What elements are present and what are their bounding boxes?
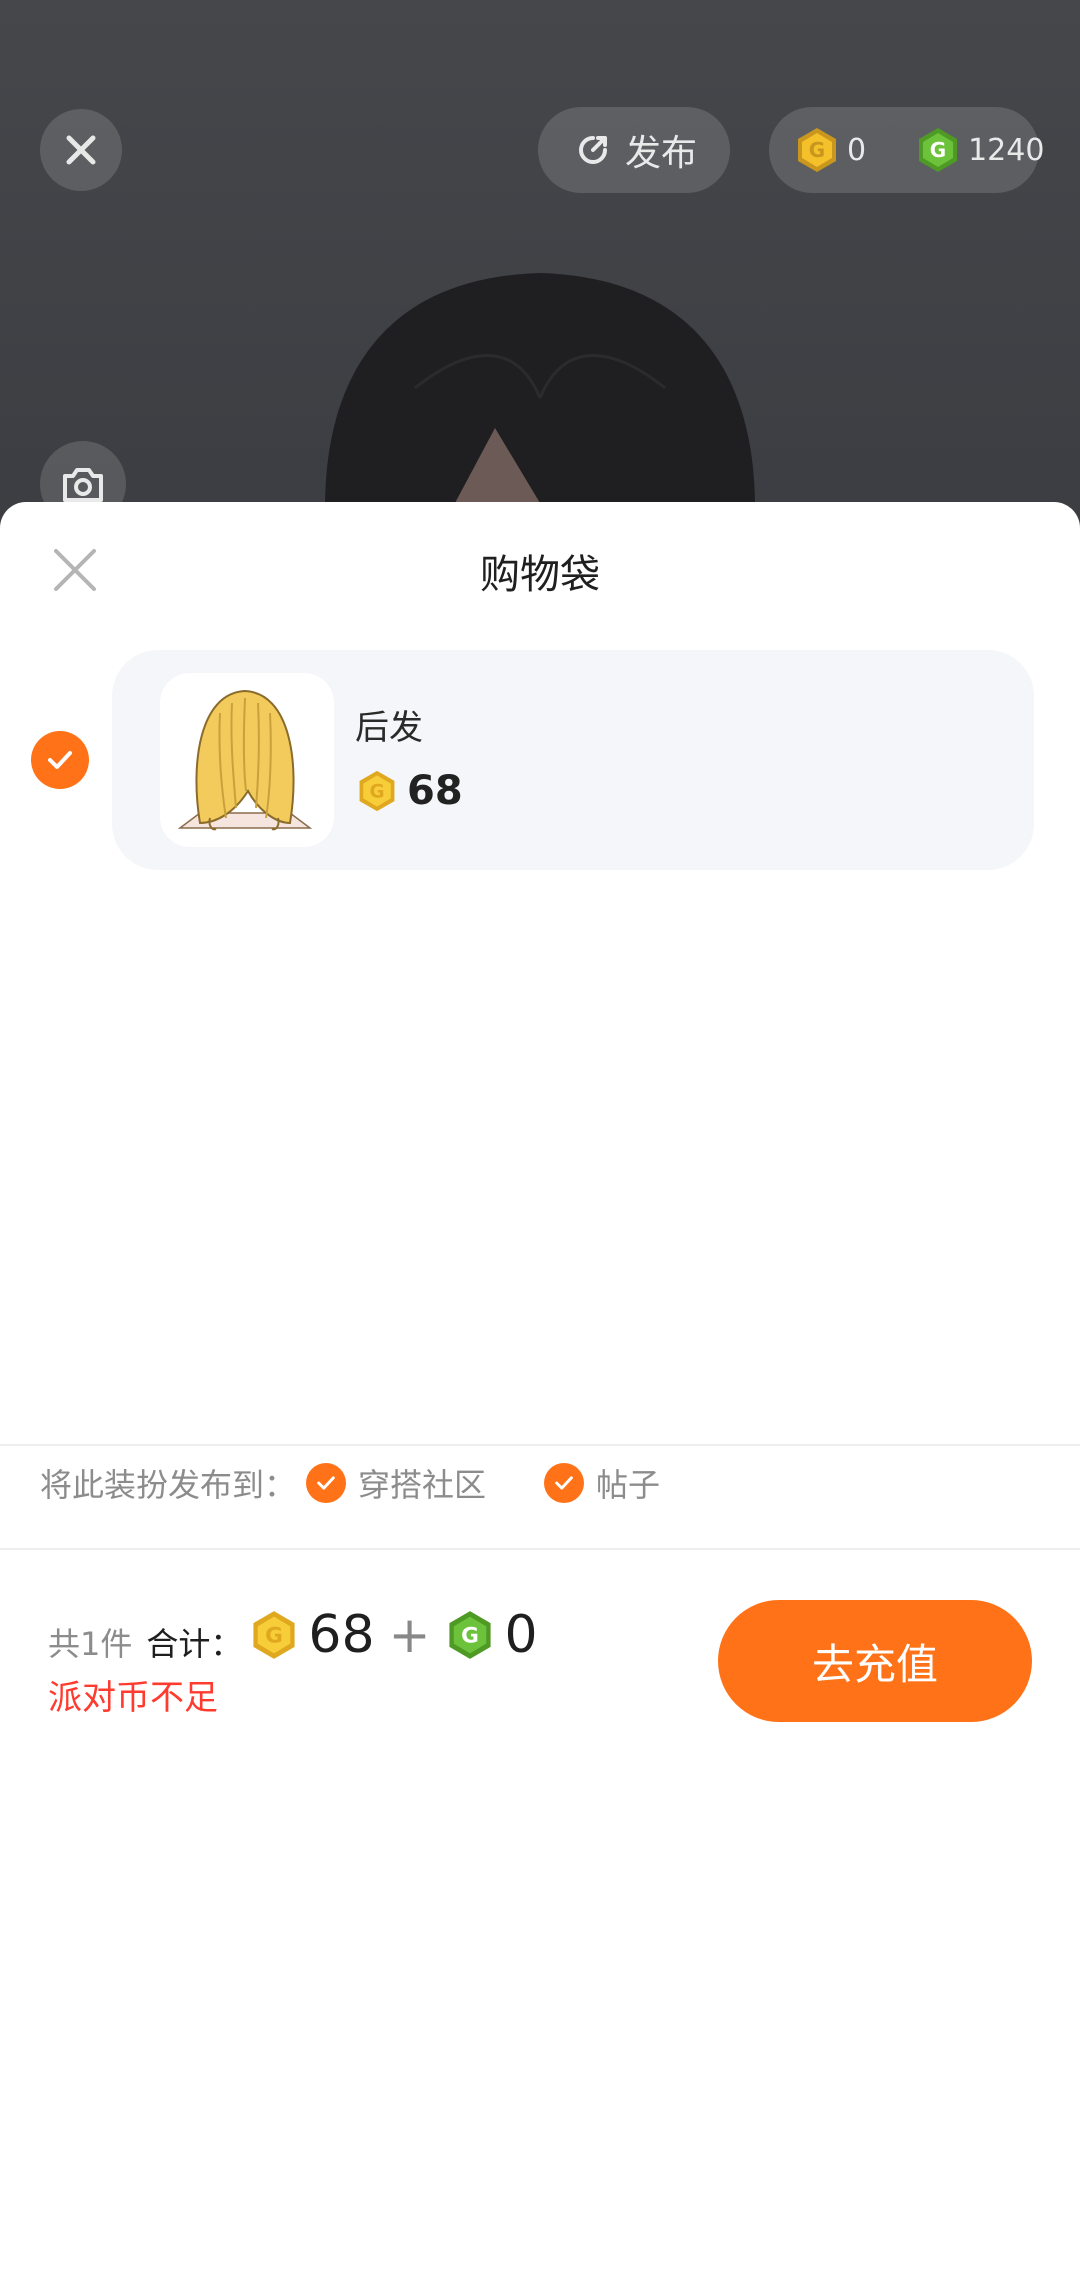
publish-to-row: 将此装扮发布到： 穿搭社区 帖子 — [40, 1453, 660, 1513]
green-coin-icon: G — [444, 1609, 496, 1661]
item-price: G 68 — [355, 768, 463, 814]
option-post[interactable]: 帖子 — [544, 1460, 660, 1506]
svg-text:G: G — [462, 1624, 480, 1649]
divider — [0, 1444, 1080, 1446]
divider — [0, 1548, 1080, 1550]
shopping-bag-sheet: 购物袋 后发 G 68 — [0, 502, 1080, 2280]
insufficient-coins-warning: 派对币不足 — [48, 1678, 218, 1718]
check-icon — [306, 1463, 347, 1503]
publish-icon — [579, 136, 607, 164]
item-thumbnail — [160, 673, 334, 847]
gold-total: 68 — [308, 1605, 375, 1665]
camera-icon — [63, 468, 103, 502]
gold-coin-icon: G — [355, 769, 399, 813]
sheet-title: 购物袋 — [480, 552, 600, 598]
avatar-hair-preview — [325, 273, 755, 508]
option-outfit-community[interactable]: 穿搭社区 — [306, 1460, 486, 1506]
total-label: 合计： — [146, 1625, 243, 1663]
green-coin-count: 1240 — [968, 132, 1045, 168]
plus-sign: + — [388, 1606, 431, 1664]
gold-coin-icon: G — [793, 126, 841, 174]
exit-button[interactable] — [40, 109, 122, 191]
coin-balance[interactable]: G 0 G 1240 — [769, 107, 1044, 193]
option-label: 穿搭社区 — [358, 1466, 487, 1504]
publish-to-label: 将此装扮发布到： — [40, 1466, 297, 1504]
total-amount: G 68 + G 0 — [248, 1605, 538, 1665]
cart-item[interactable]: 后发 G 68 — [112, 650, 1034, 870]
publish-button[interactable]: 发布 — [538, 107, 730, 193]
svg-text:G: G — [369, 781, 384, 802]
order-summary: 共1件 合计： G 68 + G 0 — [48, 1605, 538, 1665]
item-count: 共1件 — [48, 1625, 133, 1663]
recharge-button[interactable]: 去充值 — [718, 1600, 1032, 1722]
option-label: 帖子 — [596, 1466, 661, 1504]
publish-label: 发布 — [624, 133, 697, 174]
blonde-hair-image — [177, 689, 313, 831]
green-total: 0 — [504, 1605, 538, 1665]
check-icon — [544, 1463, 585, 1503]
check-icon — [48, 751, 72, 769]
svg-text:G: G — [809, 138, 825, 162]
item-select-checkbox[interactable] — [31, 731, 89, 789]
gold-coin-icon: G — [248, 1609, 300, 1661]
close-icon — [66, 135, 96, 165]
green-coin-icon: G — [914, 126, 962, 174]
svg-text:G: G — [266, 1624, 284, 1649]
gold-coin-count: 0 — [847, 132, 867, 168]
item-name: 后发 — [355, 708, 423, 748]
svg-text:G: G — [930, 138, 946, 162]
item-price-value: 68 — [407, 768, 463, 814]
